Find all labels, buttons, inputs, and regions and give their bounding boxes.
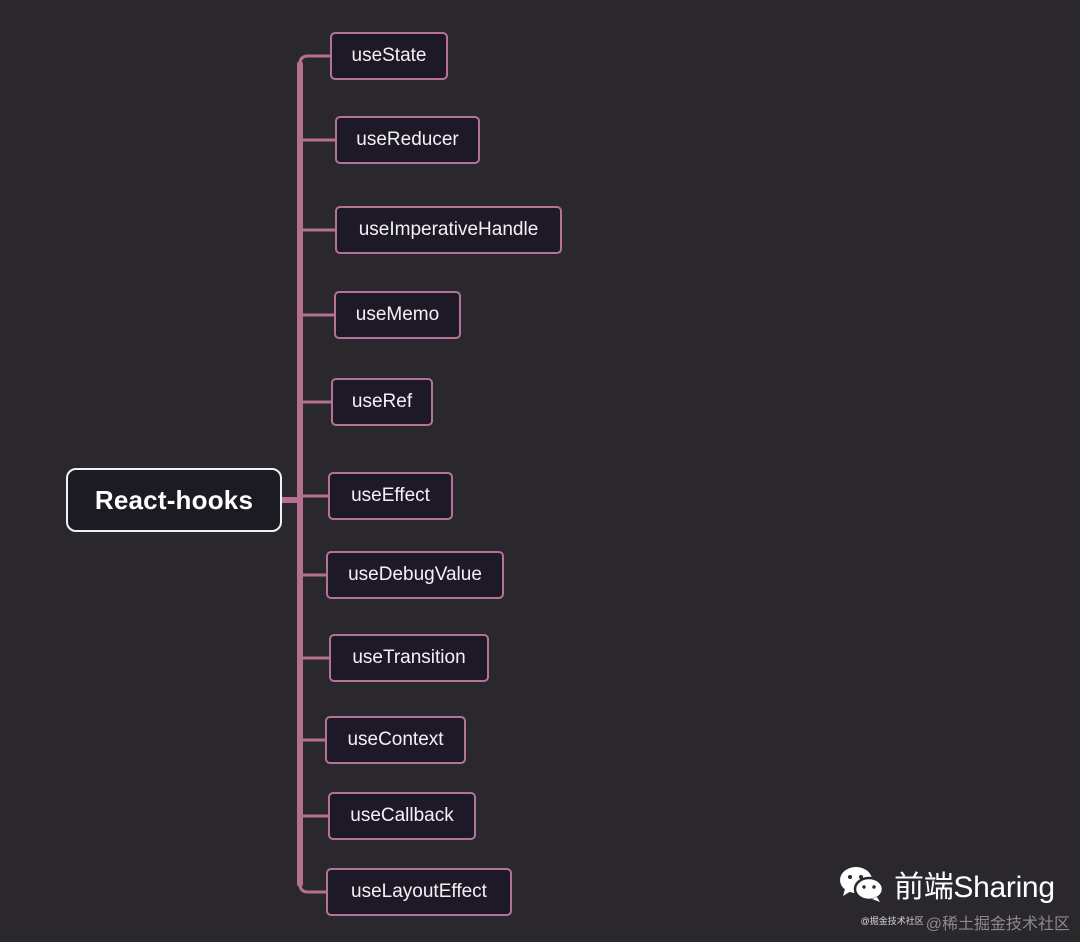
hook-node-useimperativehandle: useImperativeHandle [335,206,562,254]
hook-node-usetransition: useTransition [329,634,489,682]
hook-node-usestate: useState [330,32,448,80]
hook-node-uselayouteffect: useLayoutEffect [326,868,512,916]
watermark: 前端Sharing [838,862,1055,906]
watermark-sub-text: @稀土掘金技术社区 [925,916,1070,933]
hook-node-useeffect: useEffect [328,472,453,520]
hook-node-usedebugvalue: useDebugValue [326,551,504,599]
hook-node-usereducer: useReducer [335,116,480,164]
hook-node-usememo: useMemo [334,291,461,339]
root-node-react-hooks: React-hooks [66,468,282,532]
hook-node-usecontext: useContext [325,716,466,764]
connector-branch [298,882,328,894]
watermark-brand: 前端Sharing [894,871,1055,904]
watermark-sub: @掘金技术社区 @稀土掘金技术社区 [861,910,1070,934]
hook-node-useref: useRef [331,378,433,426]
hook-node-usecallback: useCallback [328,792,476,840]
connector-branch [298,54,332,66]
watermark-tiny: @掘金技术社区 [860,916,924,926]
wechat-icon [840,867,885,902]
